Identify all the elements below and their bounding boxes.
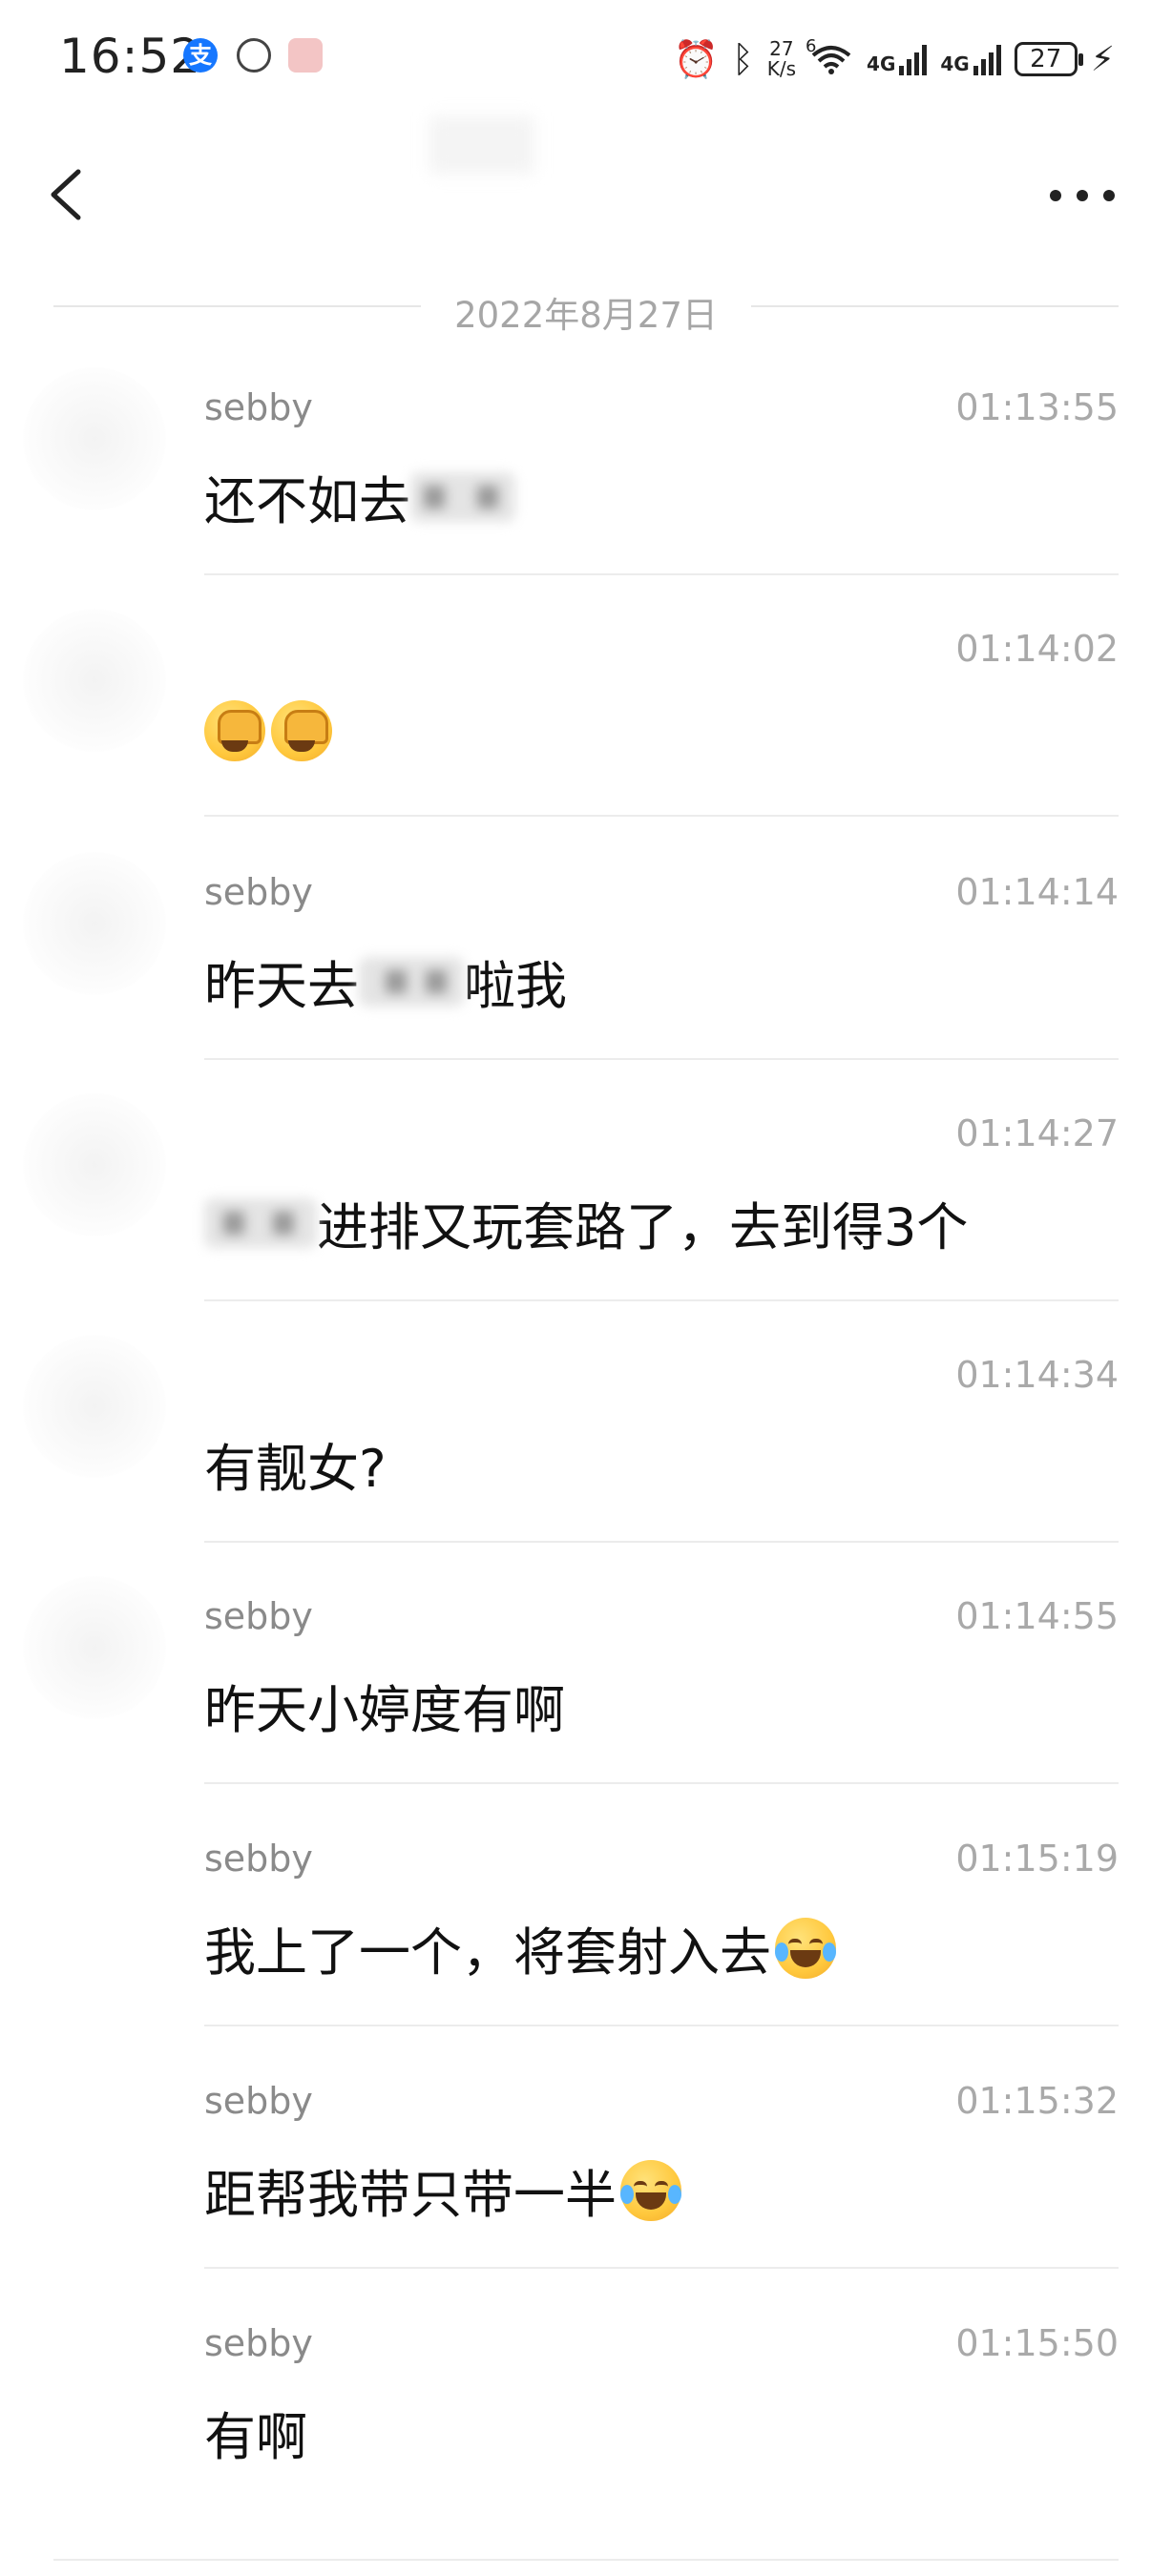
redacted-text — [359, 956, 464, 1007]
battery-icon: 27 — [1014, 42, 1083, 76]
avatar — [23, 1576, 166, 1719]
message-divider — [204, 573, 1119, 575]
app-icon — [237, 38, 271, 73]
message-divider — [204, 1541, 1119, 1543]
message-text — [204, 700, 338, 761]
redacted-text — [204, 1197, 317, 1248]
chat-message[interactable]: sebby 01:14:55 昨天小婷度有啊 — [23, 1576, 1119, 1786]
message-sender: sebby — [204, 1838, 313, 1880]
message-divider — [204, 2025, 1119, 2026]
signal-icon: 4G — [940, 43, 1001, 75]
avatar — [23, 1335, 166, 1478]
avatar — [23, 367, 166, 510]
app-icon — [288, 38, 323, 73]
message-sender: sebby — [204, 2080, 313, 2122]
message-divider — [204, 815, 1119, 817]
message-timestamp: 01:15:32 — [955, 2080, 1119, 2122]
message-text: 距帮我带只带一半 — [204, 2152, 681, 2228]
chat-message[interactable]: 01:14:34 有靓女? — [23, 1335, 1119, 1545]
wifi-icon: 6 — [806, 36, 853, 76]
message-text: 有靓女? — [204, 1439, 387, 1499]
message-timestamp: 01:14:27 — [955, 1112, 1119, 1154]
chat-message[interactable]: sebby 01:14:14 昨天去 啦我 — [23, 852, 1119, 1062]
message-timestamp: 01:14:14 — [955, 871, 1119, 913]
chat-message[interactable]: 01:14:27 进排又玩套路了，去到得3个 — [23, 1093, 1119, 1303]
message-divider — [53, 2559, 1119, 2561]
avatar — [23, 852, 166, 995]
chat-message[interactable]: sebby 01:15:19 我上了一个，将套射入去 — [204, 1838, 1119, 2028]
status-bar: 16:52 支 ⏰ ᛒ 27 K/s 6 4G 4G 27 ⚡ — [0, 0, 1172, 114]
facepalm-emoji-icon — [271, 700, 332, 761]
divider-line — [751, 305, 1119, 307]
facepalm-emoji-icon — [204, 700, 265, 761]
message-timestamp: 01:15:19 — [955, 1838, 1119, 1880]
message-text: 昨天去 啦我 — [204, 956, 567, 1016]
message-divider — [204, 1782, 1119, 1784]
message-timestamp: 01:14:02 — [955, 628, 1119, 670]
signal-icon: 4G — [867, 43, 928, 75]
network-speed: 27 K/s — [766, 37, 797, 80]
bluetooth-icon: ᛒ — [731, 38, 754, 80]
status-icons: ⏰ ᛒ 27 K/s 6 4G 4G 27 ⚡ — [674, 31, 1115, 88]
message-sender: sebby — [204, 386, 313, 428]
message-text: 还不如去 — [204, 459, 515, 534]
message-text: 我上了一个，将套射入去 — [204, 1910, 836, 1985]
message-text: 进排又玩套路了，去到得3个 — [204, 1185, 968, 1260]
date-divider: 2022年8月27日 — [53, 286, 1119, 336]
more-dots-icon[interactable] — [1050, 181, 1115, 210]
chat-message[interactable]: sebby 01:15:50 有啊 — [204, 2322, 1119, 2513]
message-timestamp: 01:13:55 — [955, 386, 1119, 428]
redacted-text — [410, 471, 515, 522]
avatar — [23, 1093, 166, 1236]
chat-message[interactable]: sebby 01:13:55 还不如去 — [23, 367, 1119, 577]
tears-of-joy-emoji-icon — [620, 2159, 681, 2221]
alipay-icon: 支 — [183, 38, 218, 73]
chat-message[interactable]: sebby 01:15:32 距帮我带只带一半 — [204, 2080, 1119, 2271]
message-timestamp: 01:14:55 — [955, 1595, 1119, 1637]
nav-bar — [0, 143, 1172, 248]
chat-title-redacted — [429, 116, 534, 174]
tears-of-joy-emoji-icon — [775, 1917, 836, 1979]
message-timestamp: 01:14:34 — [955, 1354, 1119, 1396]
message-text: 昨天小婷度有啊 — [204, 1680, 565, 1740]
status-time: 16:52 — [59, 29, 202, 84]
message-sender: sebby — [204, 871, 313, 913]
date-label: 2022年8月27日 — [454, 295, 718, 336]
message-divider — [204, 2267, 1119, 2269]
message-sender: sebby — [204, 1595, 313, 1637]
message-divider — [204, 1058, 1119, 1060]
alarm-icon: ⏰ — [673, 38, 719, 80]
message-text: 有啊 — [204, 2407, 307, 2467]
message-timestamp: 01:15:50 — [955, 2322, 1119, 2364]
avatar — [23, 609, 166, 752]
chevron-left-icon[interactable] — [42, 166, 99, 223]
message-sender: sebby — [204, 2322, 313, 2364]
chat-message[interactable]: 01:14:02 — [23, 609, 1119, 819]
charging-icon: ⚡ — [1090, 39, 1115, 79]
message-divider — [204, 1299, 1119, 1301]
